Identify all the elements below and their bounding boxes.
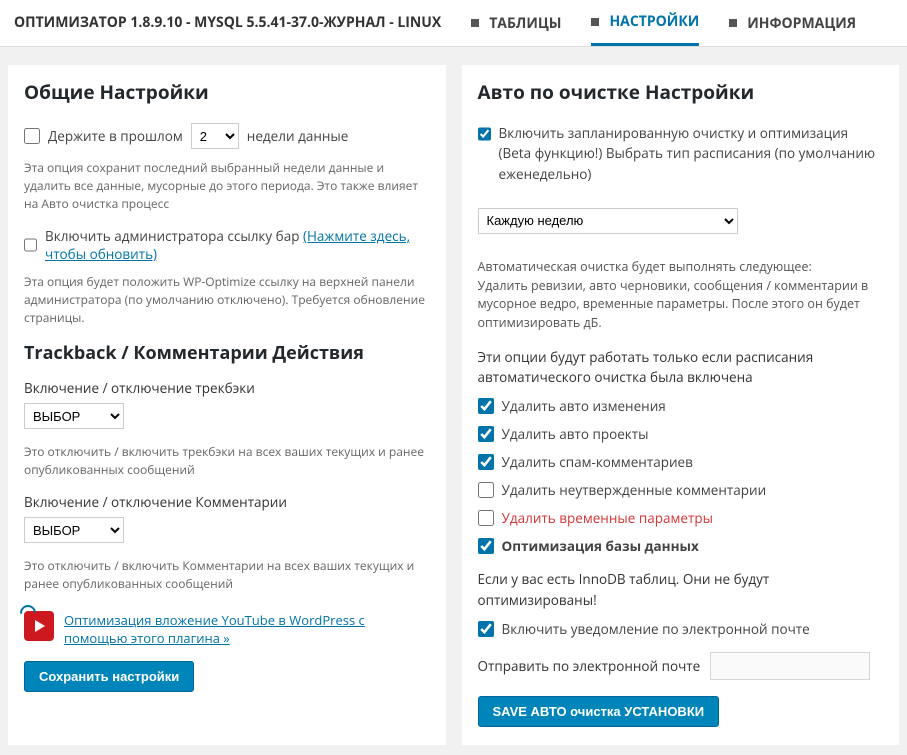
opt-transients-checkbox[interactable] xyxy=(478,510,494,526)
auto-desc: Автоматическая очистка будет выполнять с… xyxy=(478,258,884,333)
comments-select[interactable]: ВЫБОР xyxy=(24,517,124,543)
content: Общие Настройки Держите в прошлом 2 неде… xyxy=(0,47,907,755)
tab-info[interactable]: ИНФОРМАЦИЯ xyxy=(729,12,856,46)
opt-spam-row: Удалить спам-комментариев xyxy=(478,453,884,471)
opt-transients-label: Удалить временные параметры xyxy=(502,509,713,527)
trackback-desc: Это отключить / включить трекбэки на все… xyxy=(24,443,430,479)
auto-clean-heading: Авто по очистке Настройки xyxy=(478,79,884,105)
auto-clean-panel: Авто по очистке Настройки Включить запла… xyxy=(462,65,900,745)
keep-past-row: Держите в прошлом 2 недели данные xyxy=(24,123,430,149)
comments-desc: Это отключить / включить Комментарии на … xyxy=(24,557,430,593)
email-label: Отправить по электронной почте xyxy=(478,657,701,675)
schedule-select[interactable]: Каждую неделю xyxy=(478,208,738,234)
tab-tables[interactable]: ТАБЛИЦЫ xyxy=(471,12,561,46)
keep-past-select[interactable]: 2 xyxy=(191,123,239,149)
comments-label: Включение / отключение Комментарии xyxy=(24,493,430,511)
youtube-plugin-link[interactable]: Оптимизация вложение YouTube в WordPress… xyxy=(64,611,430,647)
opt-unapproved-label: Удалить неутвержденные комментарии xyxy=(502,481,767,499)
swoosh-icon xyxy=(17,602,40,625)
general-settings-heading: Общие Настройки xyxy=(24,79,430,105)
enable-schedule-row: Включить запланированную очистку и оптим… xyxy=(478,123,884,184)
innodb-note: Если у вас есть InnoDB таблиц. Они не бу… xyxy=(478,569,884,610)
keep-past-desc: Эта опция сохранит последний выбранный н… xyxy=(24,159,430,213)
admin-link-label: Включить администратора ссылку бар (Нажм… xyxy=(45,227,430,263)
admin-link-row: Включить администратора ссылку бар (Нажм… xyxy=(24,227,430,263)
trackback-select[interactable]: ВЫБОР xyxy=(24,403,124,429)
header: ОПТИМИЗАТОР 1.8.9.10 - MYSQL 5.5.41-37.0… xyxy=(0,0,907,47)
email-enable-checkbox[interactable] xyxy=(478,621,494,637)
opt-transients-row: Удалить временные параметры xyxy=(478,509,884,527)
opt-drafts-row: Удалить авто проекты xyxy=(478,425,884,443)
opt-drafts-label: Удалить авто проекты xyxy=(502,425,649,443)
tab-label: ИНФОРМАЦИЯ xyxy=(747,14,856,33)
trackback-heading: Trackback / Комментарии Действия xyxy=(24,341,430,365)
opt-revisions-row: Удалить авто изменения xyxy=(478,397,884,415)
keep-past-checkbox[interactable] xyxy=(24,128,40,144)
tab-bullet-icon xyxy=(471,19,479,27)
general-settings-panel: Общие Настройки Держите в прошлом 2 неде… xyxy=(8,65,446,745)
opt-spam-label: Удалить спам-комментариев xyxy=(502,453,693,471)
youtube-promo-row: Оптимизация вложение YouTube в WordPress… xyxy=(24,611,430,647)
email-input[interactable] xyxy=(710,652,870,680)
opt-optimize-label: Оптимизация базы данных xyxy=(502,537,699,555)
youtube-icon xyxy=(24,611,54,641)
save-auto-button[interactable]: SAVE АВТО очистка УСТАНОВКИ xyxy=(478,696,720,727)
tabs: ТАБЛИЦЫ НАСТРОЙКИ ИНФОРМАЦИЯ xyxy=(471,12,856,46)
auto-note: Эти опции будут работать только если рас… xyxy=(478,347,884,388)
opt-unapproved-row: Удалить неутвержденные комментарии xyxy=(478,481,884,499)
opt-revisions-label: Удалить авто изменения xyxy=(502,397,666,415)
tab-settings[interactable]: НАСТРОЙКИ xyxy=(591,12,699,46)
admin-link-desc: Эта опция будет положить WP-Optimize ссы… xyxy=(24,273,430,327)
tab-label: НАСТРОЙКИ xyxy=(609,12,699,31)
opt-drafts-checkbox[interactable] xyxy=(478,426,494,442)
opt-revisions-checkbox[interactable] xyxy=(478,398,494,414)
save-settings-button[interactable]: Сохранить настройки xyxy=(24,661,194,692)
app-title: ОПТИМИЗАТОР 1.8.9.10 - MYSQL 5.5.41-37.0… xyxy=(14,13,441,46)
email-enable-label: Включить уведомление по электронной почт… xyxy=(502,620,810,638)
admin-link-checkbox[interactable] xyxy=(24,237,37,253)
keep-past-suffix: недели данные xyxy=(247,127,349,145)
opt-optimize-row: Оптимизация базы данных xyxy=(478,537,884,555)
tab-bullet-icon xyxy=(591,18,599,26)
opt-optimize-checkbox[interactable] xyxy=(478,538,494,554)
enable-schedule-label: Включить запланированную очистку и оптим… xyxy=(499,123,884,184)
tab-bullet-icon xyxy=(729,19,737,27)
opt-unapproved-checkbox[interactable] xyxy=(478,482,494,498)
email-row: Отправить по электронной почте xyxy=(478,652,884,680)
keep-past-prefix: Держите в прошлом xyxy=(48,127,183,145)
enable-schedule-checkbox[interactable] xyxy=(478,126,491,142)
email-enable-row: Включить уведомление по электронной почт… xyxy=(478,620,884,638)
opt-spam-checkbox[interactable] xyxy=(478,454,494,470)
tab-label: ТАБЛИЦЫ xyxy=(489,14,561,33)
trackback-label: Включение / отключение трекбэки xyxy=(24,379,430,397)
